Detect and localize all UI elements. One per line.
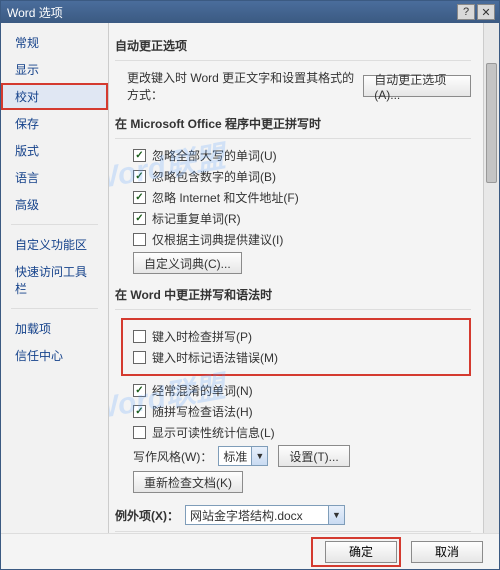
custom-dictionaries-button[interactable]: 自定义词典(C)... [133, 252, 242, 274]
checkbox-flag-repeated[interactable] [133, 212, 146, 225]
cancel-button[interactable]: 取消 [411, 541, 483, 563]
sidebar-separator [11, 224, 98, 225]
select-value: 标准 [223, 448, 247, 465]
highlight-box-ok: 确定 [311, 537, 401, 567]
checkbox-mark-grammar-typing[interactable] [133, 351, 146, 364]
writing-style-select[interactable]: 标准▼ [218, 446, 268, 466]
sidebar-item-customize-ribbon[interactable]: 自定义功能区 [1, 231, 108, 258]
dialog-body: 常规 显示 校对 保存 版式 语言 高级 自定义功能区 快速访问工具栏 加载项 … [1, 23, 499, 533]
sidebar-separator [11, 308, 98, 309]
scrollbar-thumb[interactable] [486, 63, 497, 183]
sidebar-item-advanced[interactable]: 高级 [1, 191, 108, 218]
autocorrect-desc: 更改键入时 Word 更正文字和设置其格式的方式： [127, 69, 357, 103]
ok-button[interactable]: 确定 [325, 541, 397, 563]
section-word-heading: 在 Word 中更正拼写和语法时 [115, 278, 471, 310]
checkbox-label: 经常混淆的单词(N) [152, 382, 253, 399]
titlebar: Word 选项 ? ✕ [1, 1, 499, 23]
sidebar-item-quick-access[interactable]: 快速访问工具栏 [1, 258, 108, 302]
sidebar-item-save[interactable]: 保存 [1, 110, 108, 137]
checkbox-ignore-internet[interactable] [133, 191, 146, 204]
writing-style-label: 写作风格(W)： [133, 448, 212, 465]
checkbox-confused-words[interactable] [133, 384, 146, 397]
sidebar: 常规 显示 校对 保存 版式 语言 高级 自定义功能区 快速访问工具栏 加载项 … [1, 23, 109, 533]
chevron-down-icon: ▼ [328, 506, 344, 524]
autocorrect-options-button[interactable]: 自动更正选项(A)... [363, 75, 471, 97]
autocorrect-row: 更改键入时 Word 更正文字和设置其格式的方式： 自动更正选项(A)... [127, 69, 471, 103]
checkbox-label: 键入时标记语法错误(M) [152, 349, 278, 366]
highlight-box-spellcheck: 键入时检查拼写(P) 键入时标记语法错误(M) [121, 318, 471, 376]
main-panel: Word联盟 Word联盟 自动更正选项 更改键入时 Word 更正文字和设置其… [109, 23, 499, 533]
checkbox-check-spelling-typing[interactable] [133, 330, 146, 343]
checkbox-ignore-uppercase[interactable] [133, 149, 146, 162]
writing-style-settings-button[interactable]: 设置(T)... [278, 445, 349, 467]
vertical-scrollbar[interactable] [483, 23, 499, 533]
section-autocorrect-heading: 自动更正选项 [115, 29, 471, 61]
checkbox-main-dict-only[interactable] [133, 233, 146, 246]
checkbox-label: 忽略 Internet 和文件地址(F) [152, 189, 299, 206]
section-office-heading: 在 Microsoft Office 程序中更正拼写时 [115, 107, 471, 139]
sidebar-item-proofing[interactable]: 校对 [1, 83, 108, 110]
select-value: 网站金字塔结构.docx [190, 507, 303, 524]
section-exceptions-heading: 例外项(X)： 网站金字塔结构.docx ▼ [115, 497, 471, 532]
checkbox-label: 忽略包含数字的单词(B) [152, 168, 276, 185]
checkbox-label: 标记重复单词(R) [152, 210, 241, 227]
sidebar-item-trust[interactable]: 信任中心 [1, 342, 108, 369]
dialog-title: Word 选项 [5, 4, 455, 21]
chevron-down-icon: ▼ [251, 447, 267, 465]
exceptions-label: 例外项(X)： [115, 507, 179, 524]
sidebar-item-general[interactable]: 常规 [1, 29, 108, 56]
sidebar-item-layout[interactable]: 版式 [1, 137, 108, 164]
help-button[interactable]: ? [457, 4, 475, 20]
checkbox-grammar-with-spelling[interactable] [133, 405, 146, 418]
checkbox-label: 仅根据主词典提供建议(I) [152, 231, 283, 248]
close-button[interactable]: ✕ [477, 4, 495, 20]
dialog-footer: 确定 取消 [1, 533, 499, 569]
sidebar-item-language[interactable]: 语言 [1, 164, 108, 191]
sidebar-item-display[interactable]: 显示 [1, 56, 108, 83]
word-options-dialog: Word 选项 ? ✕ 常规 显示 校对 保存 版式 语言 高级 自定义功能区 … [0, 0, 500, 570]
checkbox-label: 显示可读性统计信息(L) [152, 424, 275, 441]
sidebar-item-addins[interactable]: 加载项 [1, 315, 108, 342]
checkbox-label: 随拼写检查语法(H) [152, 403, 253, 420]
checkbox-readability-stats[interactable] [133, 426, 146, 439]
exceptions-doc-select[interactable]: 网站金字塔结构.docx ▼ [185, 505, 345, 525]
checkbox-label: 键入时检查拼写(P) [152, 328, 252, 345]
checkbox-ignore-numbers[interactable] [133, 170, 146, 183]
checkbox-label: 忽略全部大写的单词(U) [152, 147, 277, 164]
recheck-document-button[interactable]: 重新检查文档(K) [133, 471, 243, 493]
